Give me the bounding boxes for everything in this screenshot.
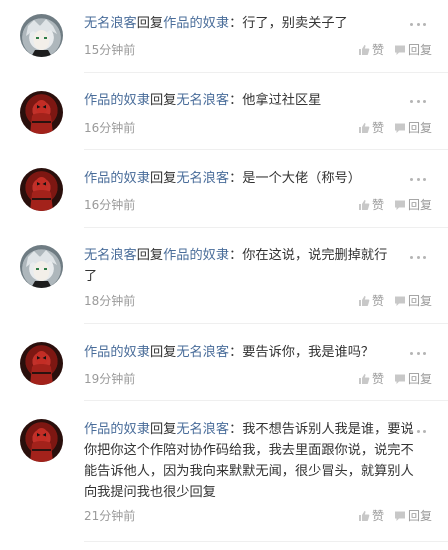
thumbs-up-icon [359, 45, 370, 55]
avatar[interactable] [20, 419, 63, 462]
comment-text: 作品的奴隶回复无名浪客：他拿过社区星 [84, 90, 414, 111]
comment-author[interactable]: 无名浪客 [84, 248, 137, 263]
reply-target[interactable]: 作品的奴隶 [163, 248, 229, 263]
reply-action: 回复 [149, 345, 177, 360]
reply-action: 回复 [136, 16, 164, 31]
divider [84, 323, 448, 324]
divider [84, 227, 448, 228]
reply-action: 回复 [136, 248, 164, 263]
deadpool-avatar-icon [30, 428, 53, 462]
thumbs-up-icon [359, 296, 370, 306]
reply-label: 回复 [408, 294, 433, 308]
avatar[interactable] [20, 14, 63, 57]
divider [84, 400, 448, 401]
comment-text: 无名浪客回复作品的奴隶：你在这说，说完删掉就行了 [84, 245, 399, 287]
like-button[interactable]: 赞 [358, 372, 384, 386]
reply-button[interactable]: 回复 [394, 509, 432, 523]
thumbs-up-icon [359, 511, 370, 521]
speech-bubble-icon [395, 511, 405, 521]
speech-bubble-icon [395, 45, 405, 55]
thumbs-up-icon [359, 200, 370, 210]
reply-action: 回复 [149, 93, 177, 108]
comment-time: 16分钟前 [84, 198, 136, 212]
comment-time: 19分钟前 [84, 372, 136, 386]
like-label: 赞 [372, 198, 385, 212]
avatar[interactable] [20, 342, 63, 385]
comment-text: 作品的奴隶回复无名浪客：是一个大佬（称号） [84, 168, 414, 189]
like-button[interactable]: 赞 [358, 43, 384, 57]
more-options-icon[interactable] [410, 428, 426, 434]
reply-button[interactable]: 回复 [394, 121, 432, 135]
deadpool-avatar-icon [30, 351, 53, 385]
reply-action: 回复 [149, 171, 177, 186]
more-options-icon[interactable] [410, 98, 426, 104]
thumbs-up-icon [359, 374, 370, 384]
thumbs-up-icon [359, 123, 370, 133]
comment-text: 作品的奴隶回复无名浪客：我不想告诉别人我是谁，要说你把你这个作陪对协作码给我，我… [84, 419, 414, 503]
comment-body: ：要告诉你，我是谁吗？ [229, 345, 375, 360]
comment-time: 18分钟前 [84, 294, 136, 308]
reply-target[interactable]: 无名浪客 [176, 171, 229, 186]
reply-button[interactable]: 回复 [394, 198, 432, 212]
like-label: 赞 [372, 509, 385, 523]
comment-body: ：是一个大佬（称号） [229, 171, 361, 186]
avatar[interactable] [20, 91, 63, 134]
speech-bubble-icon [395, 296, 405, 306]
speech-bubble-icon [395, 123, 405, 133]
comment-author[interactable]: 作品的奴隶 [84, 345, 150, 360]
reply-label: 回复 [408, 121, 433, 135]
reply-target[interactable]: 无名浪客 [176, 93, 229, 108]
comment-text: 作品的奴隶回复无名浪客：要告诉你，我是谁吗？ [84, 342, 414, 363]
like-button[interactable]: 赞 [358, 509, 384, 523]
deadpool-avatar-icon [30, 100, 53, 134]
comment-text: 无名浪客回复作品的奴隶：行了，别卖关子了 [84, 13, 414, 34]
like-label: 赞 [372, 294, 385, 308]
like-button[interactable]: 赞 [358, 198, 384, 212]
like-button[interactable]: 赞 [358, 294, 384, 308]
more-options-icon[interactable] [410, 176, 426, 182]
speech-bubble-icon [395, 374, 405, 384]
more-options-icon[interactable] [410, 350, 426, 356]
reply-label: 回复 [408, 509, 433, 523]
reply-label: 回复 [408, 372, 433, 386]
reply-action: 回复 [149, 422, 177, 437]
like-label: 赞 [372, 43, 385, 57]
comment-time: 15分钟前 [84, 43, 136, 57]
avatar[interactable] [20, 168, 63, 211]
more-options-icon[interactable] [410, 254, 426, 260]
avatar[interactable] [20, 245, 63, 288]
comment-author[interactable]: 作品的奴隶 [84, 93, 150, 108]
deadpool-avatar-icon [30, 177, 53, 211]
reply-label: 回复 [408, 198, 433, 212]
reply-button[interactable]: 回复 [394, 43, 432, 57]
more-options-icon[interactable] [410, 21, 426, 27]
divider [84, 541, 448, 542]
like-label: 赞 [372, 372, 385, 386]
divider [84, 149, 448, 150]
comment-body: ：行了，别卖关子了 [229, 16, 348, 31]
divider [84, 72, 448, 73]
reply-target[interactable]: 无名浪客 [176, 422, 229, 437]
comment-time: 16分钟前 [84, 121, 136, 135]
speech-bubble-icon [395, 200, 405, 210]
reply-button[interactable]: 回复 [394, 372, 432, 386]
reply-button[interactable]: 回复 [394, 294, 432, 308]
reply-target[interactable]: 无名浪客 [176, 345, 229, 360]
anime-character-avatar-icon [26, 250, 57, 288]
reply-target[interactable]: 作品的奴隶 [163, 16, 229, 31]
anime-character-avatar-icon [26, 19, 57, 57]
reply-label: 回复 [408, 43, 433, 57]
like-button[interactable]: 赞 [358, 121, 384, 135]
comment-time: 21分钟前 [84, 509, 136, 523]
comment-author[interactable]: 作品的奴隶 [84, 171, 150, 186]
comment-author[interactable]: 作品的奴隶 [84, 422, 150, 437]
like-label: 赞 [372, 121, 385, 135]
comment-body: ：他拿过社区星 [229, 93, 322, 108]
comment-author[interactable]: 无名浪客 [84, 16, 137, 31]
